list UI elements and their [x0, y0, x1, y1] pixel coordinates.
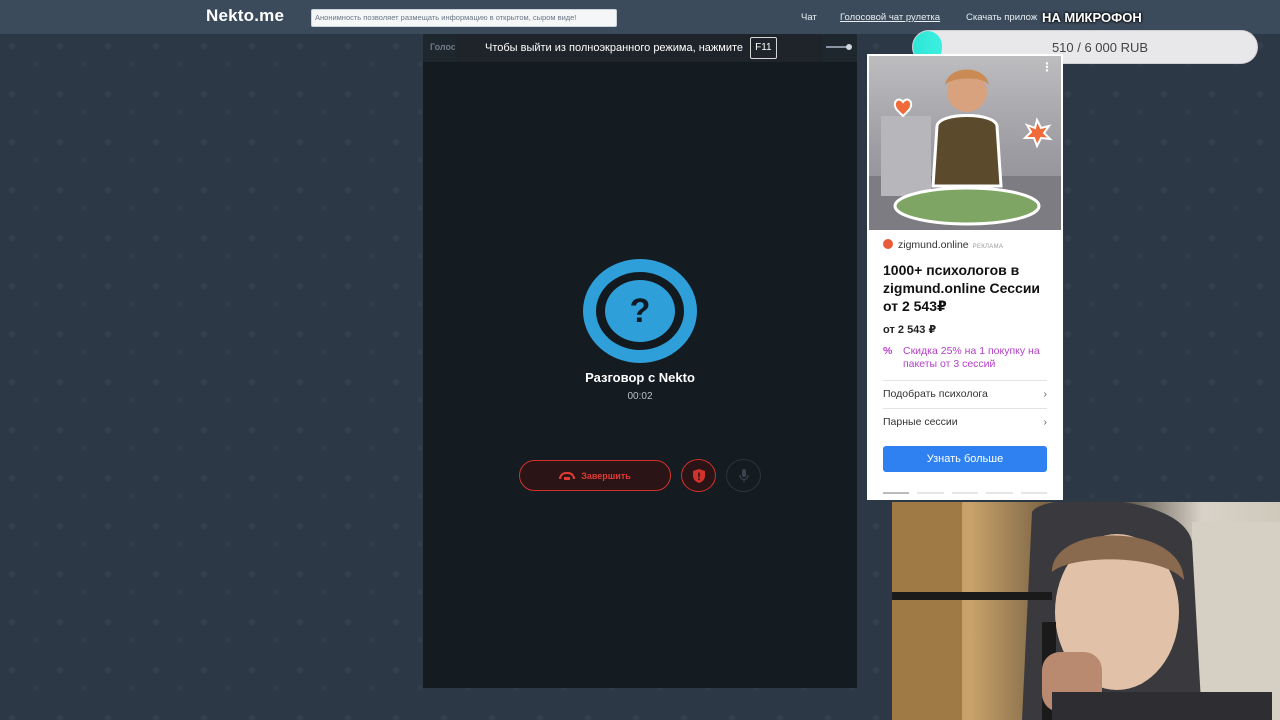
chevron-right-icon: ›	[1043, 388, 1048, 400]
fullscreen-toast: Чтобы выйти из полноэкранного режима, на…	[455, 34, 823, 62]
ad-link-couple-sessions[interactable]: Парные сессии ›	[883, 416, 1047, 428]
ad-divider	[883, 408, 1047, 409]
ad-price: от 2 543 ₽	[883, 324, 937, 336]
question-icon: ?	[605, 280, 675, 342]
ad-promo-text: Скидка 25% на 1 покупку на пакеты от 3 с…	[903, 345, 1040, 370]
ad-source[interactable]: zigmund.online РЕКЛАМА	[883, 239, 1003, 251]
ad-illustration	[869, 69, 1061, 230]
microphone-icon	[738, 468, 749, 482]
ad-carousel-dot[interactable]	[1020, 492, 1048, 494]
percent-icon: %	[883, 345, 893, 357]
end-call-button[interactable]: Завершить	[519, 460, 671, 491]
ad-headline[interactable]: 1000+ психологов в zigmund.online Сессии…	[883, 261, 1055, 315]
advertisement[interactable]: ⋮ zigmund.online РЕКЛАМА 1000+ психологов…	[867, 54, 1063, 500]
ad-carousel-indicators[interactable]	[883, 492, 1048, 494]
ad-source-name: zigmund.online	[898, 239, 969, 251]
nav-chat[interactable]: Чат	[801, 12, 817, 23]
voice-tab-label[interactable]: Голос	[430, 42, 456, 52]
site-logo[interactable]: Nekto.me	[206, 6, 284, 26]
voice-call-panel: ? Разговор с Nekto 00:02 Завершить	[423, 62, 857, 688]
ad-link-label: Парные сессии	[883, 416, 958, 428]
nav-download-app[interactable]: Скачать прилож	[966, 12, 1037, 23]
ad-menu-icon[interactable]: ⋮	[1041, 60, 1053, 74]
ad-carousel-dot[interactable]	[917, 492, 944, 494]
report-button[interactable]	[681, 459, 716, 492]
mute-button[interactable]	[726, 459, 761, 492]
ad-divider	[883, 380, 1047, 381]
toast-text: Чтобы выйти из полноэкранного режима, на…	[485, 42, 744, 54]
call-title: Разговор с Nekto	[585, 370, 695, 385]
stream-mic-label: НА МИКРОФОН	[1042, 10, 1142, 25]
toast-key: F11	[750, 37, 777, 60]
ad-learn-more-button[interactable]: Узнать больше	[883, 446, 1047, 472]
ad-image[interactable]: ⋮	[869, 56, 1061, 230]
stranger-avatar: ?	[583, 259, 697, 363]
ad-link-label: Подобрать психолога	[883, 388, 988, 400]
nav-voice-roulette[interactable]: Голосовой чат рулетка	[840, 12, 940, 23]
ad-carousel-dot[interactable]	[951, 492, 979, 494]
shield-icon	[692, 468, 705, 483]
ad-tag: РЕКЛАМА	[972, 244, 1004, 250]
call-timer: 00:02	[627, 391, 653, 402]
ad-carousel-dot[interactable]	[986, 492, 1013, 494]
avatar-ring: ?	[596, 272, 684, 350]
end-call-label: Завершить	[581, 470, 631, 481]
webcam-overlay	[892, 502, 1280, 720]
ad-promo: % Скидка 25% на 1 покупку на пакеты от 3…	[883, 345, 1059, 371]
ad-source-logo-icon	[883, 239, 893, 249]
ad-link-find-psychologist[interactable]: Подобрать психолога ›	[883, 388, 1047, 400]
webcam-feed	[892, 502, 1280, 720]
ad-carousel-dot[interactable]	[883, 492, 910, 494]
site-notice: Анонимность позволяет размещать информац…	[311, 9, 617, 27]
phone-hangup-icon	[559, 472, 576, 480]
volume-slider-handle[interactable]	[846, 44, 852, 50]
chevron-right-icon: ›	[1043, 416, 1048, 428]
